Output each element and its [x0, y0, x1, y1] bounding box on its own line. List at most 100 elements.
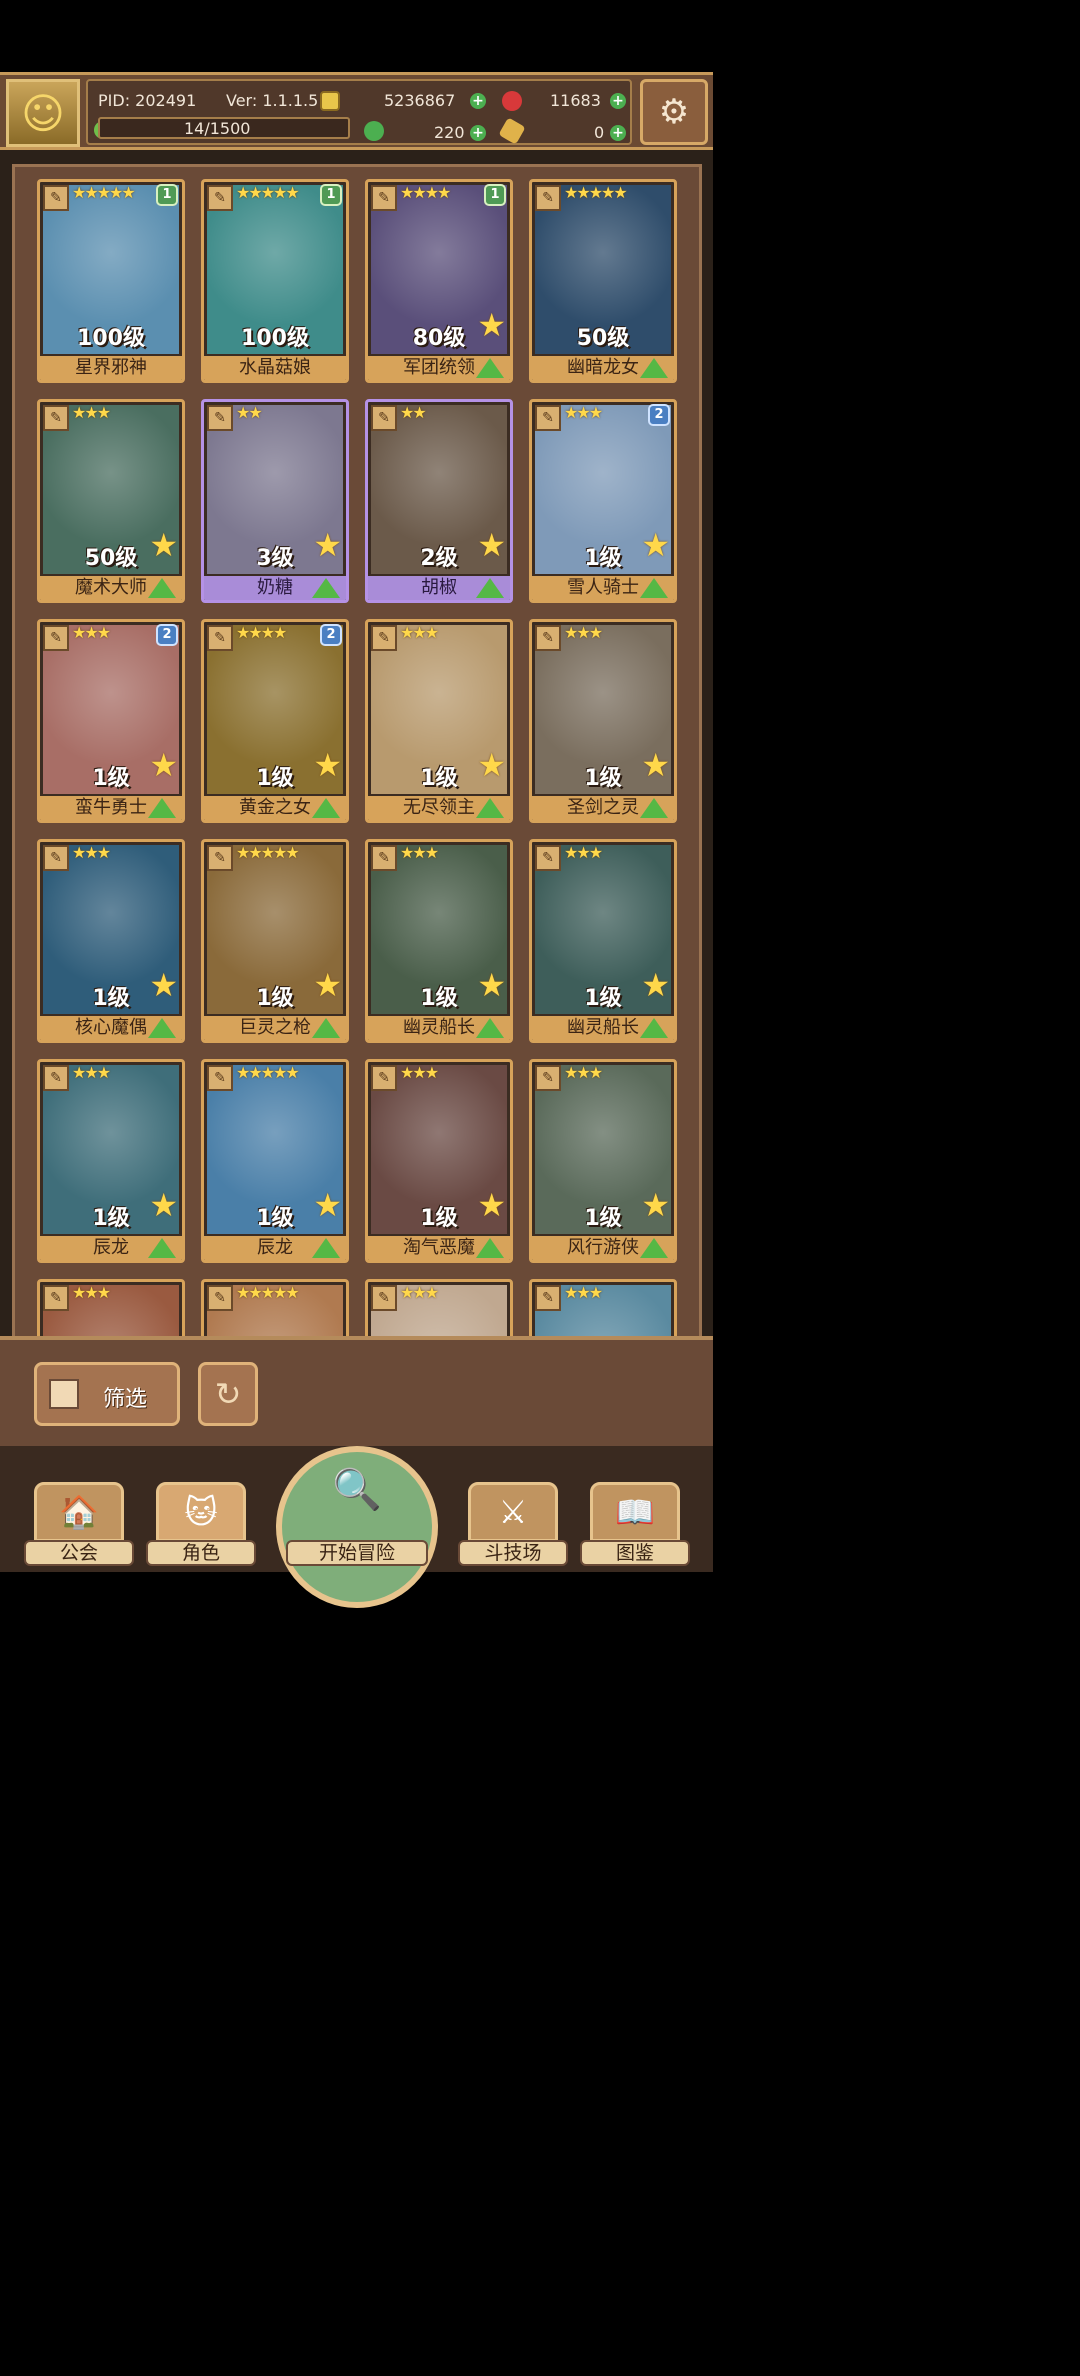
ticket-icon: [498, 117, 526, 145]
rarity-stars: ★★★★★: [236, 1063, 300, 1082]
nav-codex-label: 图鉴: [580, 1540, 690, 1566]
level-up-arrow-icon: [476, 1238, 504, 1258]
star-upgrade-icon: ★: [313, 746, 342, 784]
magnifier-map-icon: 🔍: [276, 1446, 438, 1608]
character-level: 100级: [241, 326, 309, 351]
character-card[interactable]: ✎ ★★★★★ 1 100级 水晶菇娘: [201, 179, 349, 383]
character-card[interactable]: ✎ ★★ 3级 ★ 奶糖: [201, 399, 349, 603]
character-card[interactable]: ✎ ★★★★ 2 1级 ★ 黄金之女: [201, 619, 349, 823]
character-card[interactable]: ✎ ★★★★ 1 80级 ★ 军团统领: [365, 179, 513, 383]
level-up-arrow-icon: [640, 798, 668, 818]
character-grid-area: ✎ ★★★★★ 1 100级 星界邪神 ✎ ★★★★★ 1 100级 水晶菇娘 ✎ ★★★★ 1 80级 ★…: [0, 150, 713, 1336]
rarity-stars: ★★★: [564, 623, 603, 642]
nav-arena[interactable]: ⚔ 斗技场: [458, 1476, 568, 1572]
add-gold-button[interactable]: +: [470, 93, 486, 109]
add-clover-button[interactable]: +: [470, 125, 486, 141]
star-upgrade-icon: ★: [313, 966, 342, 1004]
class-icon: ✎: [371, 625, 397, 651]
awaken-badge: 1: [320, 184, 342, 206]
character-card[interactable]: ✎ ★★★★★ 50级 幽暗龙女: [529, 179, 677, 383]
star-upgrade-icon: ★: [313, 1186, 342, 1224]
player-id: PID: 202491: [98, 91, 197, 110]
class-icon: ✎: [371, 185, 397, 211]
class-icon: ✎: [207, 845, 233, 871]
character-card[interactable]: ✎ ★★★ 1级 ★ 淘气恶魔: [365, 1059, 513, 1263]
character-card[interactable]: ✎ ★★★ 1级 ★ 辰龙: [37, 1059, 185, 1263]
rarity-stars: ★★★★★: [72, 183, 136, 202]
class-icon: ✎: [535, 405, 561, 431]
character-grid: ✎ ★★★★★ 1 100级 星界邪神 ✎ ★★★★★ 1 100级 水晶菇娘 ✎ ★★★★ 1 80级 ★…: [12, 164, 702, 1336]
awaken-badge: 2: [648, 404, 670, 426]
class-icon: ✎: [535, 185, 561, 211]
character-card[interactable]: ✎ ★★★ 1级 ★ 无尽领主: [365, 619, 513, 823]
player-stats-panel: PID: 202491 Ver: 1.1.1.5 5236867 + 11683…: [86, 79, 632, 145]
character-card[interactable]: ✎ ★★★ 1级 ★ 风行游侠: [529, 1059, 677, 1263]
star-upgrade-icon: ★: [477, 746, 506, 784]
rarity-stars: ★★★: [72, 843, 111, 862]
class-icon: ✎: [207, 185, 233, 211]
awaken-badge: 2: [320, 624, 342, 646]
class-icon: ✎: [371, 405, 397, 431]
level-up-arrow-icon: [148, 1238, 176, 1258]
character-card[interactable]: ✎ ★★★: [37, 1279, 185, 1336]
star-upgrade-icon: ★: [313, 526, 342, 564]
stamina-bar: 14/1500: [98, 117, 350, 139]
nav-guild[interactable]: 🏠 公会: [24, 1476, 134, 1572]
nav-guild-label: 公会: [24, 1540, 134, 1566]
rarity-stars: ★★★: [400, 623, 439, 642]
guild-house-icon: 🏠: [34, 1482, 124, 1542]
avatar-portrait-icon: ☺: [21, 88, 65, 138]
gold-coin-icon: [320, 91, 340, 111]
rarity-stars: ★★★: [564, 1063, 603, 1082]
ticket-amount: 0: [594, 123, 605, 142]
class-icon: ✎: [535, 625, 561, 651]
level-up-arrow-icon: [640, 578, 668, 598]
level-up-arrow-icon: [476, 798, 504, 818]
level-up-arrow-icon: [312, 1238, 340, 1258]
class-icon: ✎: [535, 1065, 561, 1091]
nav-adventure-label: 开始冒险: [286, 1540, 428, 1566]
character-card[interactable]: ✎ ★★★ 2 1级 ★ 雪人骑士: [529, 399, 677, 603]
refresh-button[interactable]: ↻: [198, 1362, 258, 1426]
level-up-arrow-icon: [476, 1018, 504, 1038]
rarity-stars: ★★★: [400, 1063, 439, 1082]
character-card[interactable]: ✎ ★★★ 1级 ★ 核心魔偶: [37, 839, 185, 1043]
class-icon: ✎: [371, 845, 397, 871]
character-card[interactable]: ✎ ★★★ 50级 ★ 魔术大师: [37, 399, 185, 603]
character-card[interactable]: ✎ ★★★ 1级 ★ 幽灵船长: [529, 839, 677, 1043]
character-card[interactable]: ✎ ★★★: [365, 1279, 513, 1336]
character-card[interactable]: ✎ ★★★ 1级 ★ 圣剑之灵: [529, 619, 677, 823]
rarity-stars: ★★★: [400, 1283, 439, 1302]
player-avatar[interactable]: ☺: [6, 79, 80, 147]
level-up-arrow-icon: [476, 358, 504, 378]
bottom-nav: 🏠 公会 🐱 角色 🔍 开始冒险 ⚔ 斗技场 📖 图鉴: [0, 1446, 713, 1608]
character-card[interactable]: ✎ ★★★★★ 1级 ★ 巨灵之枪: [201, 839, 349, 1043]
character-level: 50级: [576, 326, 630, 351]
star-upgrade-icon: ★: [641, 526, 670, 564]
gold-amount: 5236867: [384, 91, 456, 110]
add-gems-button[interactable]: +: [610, 93, 626, 109]
rarity-stars: ★★★: [564, 403, 603, 422]
nav-adventure[interactable]: 🔍 开始冒险: [276, 1446, 438, 1608]
class-icon: ✎: [371, 1285, 397, 1311]
clover-amount: 220: [434, 123, 465, 142]
character-card[interactable]: ✎ ★★★: [529, 1279, 677, 1336]
class-icon: ✎: [207, 1065, 233, 1091]
character-card[interactable]: ✎ ★★ 2级 ★ 胡椒: [365, 399, 513, 603]
character-card[interactable]: ✎ ★★★★★ 1 100级 星界邪神: [37, 179, 185, 383]
nav-characters[interactable]: 🐱 角色: [146, 1476, 256, 1572]
settings-button[interactable]: ⚙: [640, 79, 708, 145]
rarity-stars: ★★★★: [236, 623, 287, 642]
awaken-badge: 1: [156, 184, 178, 206]
filter-button[interactable]: 筛选: [34, 1362, 180, 1426]
star-upgrade-icon: ★: [149, 746, 178, 784]
top-bar: ☺ PID: 202491 Ver: 1.1.1.5 5236867 + 116…: [0, 72, 713, 150]
character-card[interactable]: ✎ ★★★★★ 1级 ★ 辰龙: [201, 1059, 349, 1263]
rarity-stars: ★★★: [72, 1283, 111, 1302]
character-card[interactable]: ✎ ★★★ 2 1级 ★ 蛮牛勇士: [37, 619, 185, 823]
character-card[interactable]: ✎ ★★★ 1级 ★ 幽灵船长: [365, 839, 513, 1043]
nav-codex[interactable]: 📖 图鉴: [580, 1476, 690, 1572]
filter-label: 筛选: [103, 1387, 148, 1412]
add-ticket-button[interactable]: +: [610, 125, 626, 141]
character-card[interactable]: ✎ ★★★★★: [201, 1279, 349, 1336]
